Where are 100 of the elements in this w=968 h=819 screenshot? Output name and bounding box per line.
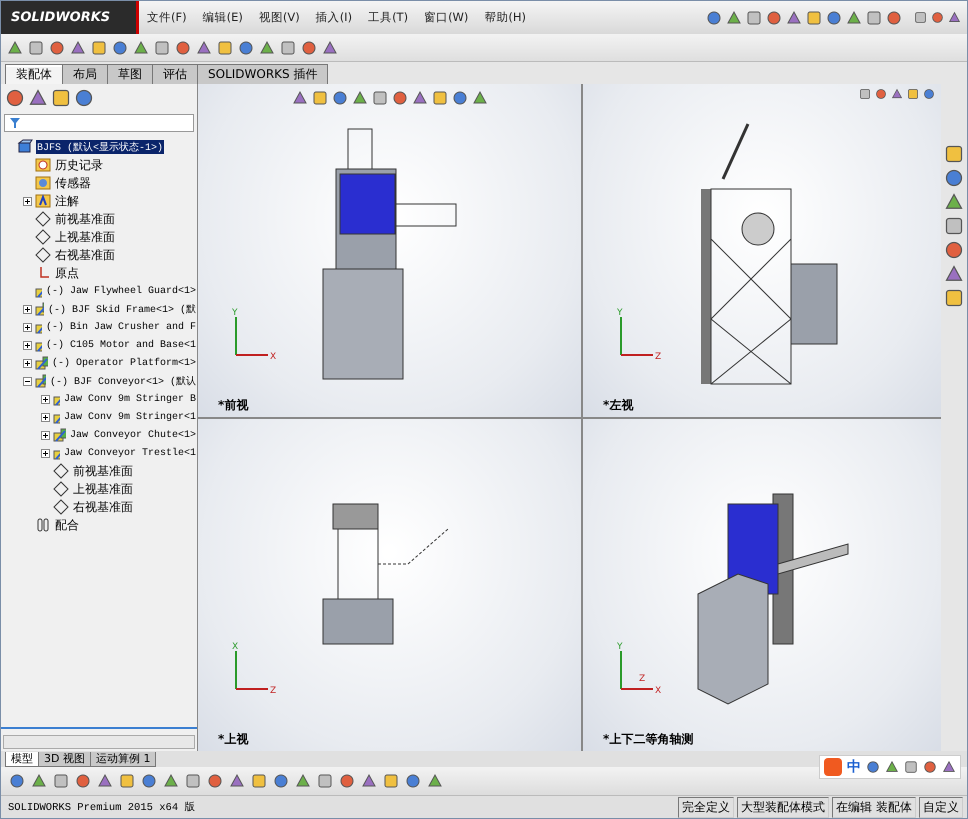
toolbar-icon[interactable] bbox=[273, 773, 289, 789]
bottom-tab[interactable]: 模型 bbox=[5, 752, 39, 766]
toolbar-icon[interactable] bbox=[295, 773, 311, 789]
toolbar-icon[interactable] bbox=[452, 90, 468, 106]
toolbar-icon[interactable] bbox=[859, 88, 871, 100]
toolbar-icon[interactable] bbox=[163, 773, 179, 789]
toolbar-icon[interactable] bbox=[259, 40, 275, 56]
toolbar-icon[interactable] bbox=[923, 760, 937, 774]
viewport[interactable]: Y X Z *上下二等角轴测 bbox=[583, 418, 941, 751]
toolbar-icon[interactable] bbox=[251, 773, 267, 789]
toolbar-icon[interactable] bbox=[948, 11, 961, 24]
expand-icon[interactable] bbox=[41, 394, 50, 404]
tree-item[interactable]: 原点 bbox=[54, 264, 80, 282]
toolbar-icon[interactable] bbox=[885, 760, 899, 774]
toolbar-icon[interactable] bbox=[746, 10, 762, 26]
tree-item[interactable]: Jaw Conv 9m Stringer B bbox=[62, 394, 197, 404]
tree-item[interactable]: 前视基准面 bbox=[72, 462, 134, 480]
toolbar-icon[interactable] bbox=[207, 773, 223, 789]
toolbar-icon[interactable] bbox=[944, 288, 964, 308]
toolbar-icon[interactable] bbox=[301, 40, 317, 56]
tree-item[interactable]: 历史记录 bbox=[54, 156, 104, 174]
toolbar-icon[interactable] bbox=[185, 773, 201, 789]
tree-item[interactable]: Jaw Conv 9m Stringer<1 bbox=[62, 412, 197, 422]
expand-icon[interactable] bbox=[23, 358, 32, 368]
toolbar-icon[interactable] bbox=[914, 11, 927, 24]
toolbar-icon[interactable] bbox=[7, 40, 23, 56]
toolbar-icon[interactable] bbox=[944, 168, 964, 188]
toolbar-icon[interactable] bbox=[229, 773, 245, 789]
toolbar-icon[interactable] bbox=[9, 773, 25, 789]
toolbar-icon[interactable] bbox=[944, 144, 964, 164]
toolbar-icon[interactable] bbox=[352, 90, 368, 106]
tree-item[interactable]: (-) Bin Jaw Crusher and F bbox=[44, 322, 197, 332]
tree-item[interactable]: 上视基准面 bbox=[54, 228, 116, 246]
command-tab[interactable]: 布局 bbox=[62, 64, 108, 84]
toolbar-icon[interactable] bbox=[312, 90, 328, 106]
toolbar-icon[interactable] bbox=[332, 90, 348, 106]
tree-item[interactable]: BJFS (默认<显示状态-1>) bbox=[36, 140, 164, 154]
tree-item[interactable]: (-) Jaw Flywheel Guard<1> bbox=[44, 286, 197, 296]
toolbar-icon[interactable] bbox=[28, 88, 48, 108]
toolbar-icon[interactable] bbox=[49, 40, 65, 56]
command-tab[interactable]: 评估 bbox=[152, 64, 198, 84]
toolbar-icon[interactable] bbox=[133, 40, 149, 56]
toolbar-icon[interactable] bbox=[907, 88, 919, 100]
toolbar-icon[interactable] bbox=[942, 760, 956, 774]
expand-icon[interactable] bbox=[23, 304, 32, 314]
tree-item[interactable]: 右视基准面 bbox=[54, 246, 116, 264]
toolbar-icon[interactable] bbox=[51, 88, 71, 108]
toolbar-icon[interactable] bbox=[119, 773, 135, 789]
tree-item[interactable]: 右视基准面 bbox=[72, 498, 134, 516]
scrollbar[interactable] bbox=[3, 735, 195, 749]
tree-item[interactable]: (-) C105 Motor and Base<1 bbox=[44, 340, 197, 350]
toolbar-icon[interactable] bbox=[944, 264, 964, 284]
viewport[interactable]: Y Z *左视 bbox=[583, 84, 941, 416]
menu-item[interactable]: 工具(T) bbox=[360, 10, 416, 25]
toolbar-icon[interactable] bbox=[361, 773, 377, 789]
toolbar-icon[interactable] bbox=[292, 90, 308, 106]
toolbar-icon[interactable] bbox=[766, 10, 782, 26]
toolbar-icon[interactable] bbox=[886, 10, 902, 26]
menu-item[interactable]: 视图(V) bbox=[250, 10, 308, 25]
toolbar-icon[interactable] bbox=[238, 40, 254, 56]
menu-item[interactable]: 文件(F) bbox=[139, 10, 195, 25]
tree-item[interactable]: 配合 bbox=[54, 516, 80, 534]
toolbar-icon[interactable] bbox=[322, 40, 338, 56]
collapse-icon[interactable] bbox=[23, 376, 32, 386]
tree-item[interactable]: Jaw Conveyor Trestle<1 bbox=[62, 448, 197, 458]
toolbar-icon[interactable] bbox=[70, 40, 86, 56]
tree-item[interactable]: 传感器 bbox=[54, 174, 92, 192]
menu-item[interactable]: 帮助(H) bbox=[476, 10, 534, 25]
menu-item[interactable]: 插入(I) bbox=[308, 10, 360, 25]
toolbar-icon[interactable] bbox=[154, 40, 170, 56]
expand-icon[interactable] bbox=[41, 430, 50, 440]
toolbar-icon[interactable] bbox=[75, 773, 91, 789]
toolbar-icon[interactable] bbox=[372, 90, 388, 106]
menu-item[interactable]: 窗口(W) bbox=[416, 10, 476, 25]
toolbar-icon[interactable] bbox=[175, 40, 191, 56]
toolbar-icon[interactable] bbox=[923, 88, 935, 100]
toolbar-icon[interactable] bbox=[74, 88, 94, 108]
toolbar-icon[interactable] bbox=[97, 773, 113, 789]
bottom-tab[interactable]: 3D 视图 bbox=[38, 752, 91, 766]
toolbar-icon[interactable] bbox=[931, 11, 944, 24]
toolbar-icon[interactable] bbox=[891, 88, 903, 100]
toolbar-icon[interactable] bbox=[31, 773, 47, 789]
toolbar-icon[interactable] bbox=[112, 40, 128, 56]
expand-icon[interactable] bbox=[23, 340, 32, 350]
toolbar-icon[interactable] bbox=[383, 773, 399, 789]
bottom-tab[interactable]: 运动算例 1 bbox=[90, 752, 156, 766]
expand-icon[interactable] bbox=[41, 448, 50, 458]
toolbar-icon[interactable] bbox=[706, 10, 722, 26]
toolbar-icon[interactable] bbox=[405, 773, 421, 789]
expand-icon[interactable] bbox=[41, 412, 50, 422]
tree-item[interactable]: (-) BJF Skid Frame<1> (默 bbox=[46, 302, 197, 316]
toolbar-icon[interactable] bbox=[726, 10, 742, 26]
toolbar-icon[interactable] bbox=[866, 760, 880, 774]
toolbar-icon[interactable] bbox=[280, 40, 296, 56]
toolbar-icon[interactable] bbox=[875, 88, 887, 100]
expand-icon[interactable] bbox=[23, 196, 32, 206]
toolbar-icon[interactable] bbox=[412, 90, 428, 106]
tree-item[interactable]: (-) BJF Conveyor<1> (默认 bbox=[48, 374, 197, 388]
toolbar-icon[interactable] bbox=[786, 10, 802, 26]
tree-item[interactable]: 前视基准面 bbox=[54, 210, 116, 228]
